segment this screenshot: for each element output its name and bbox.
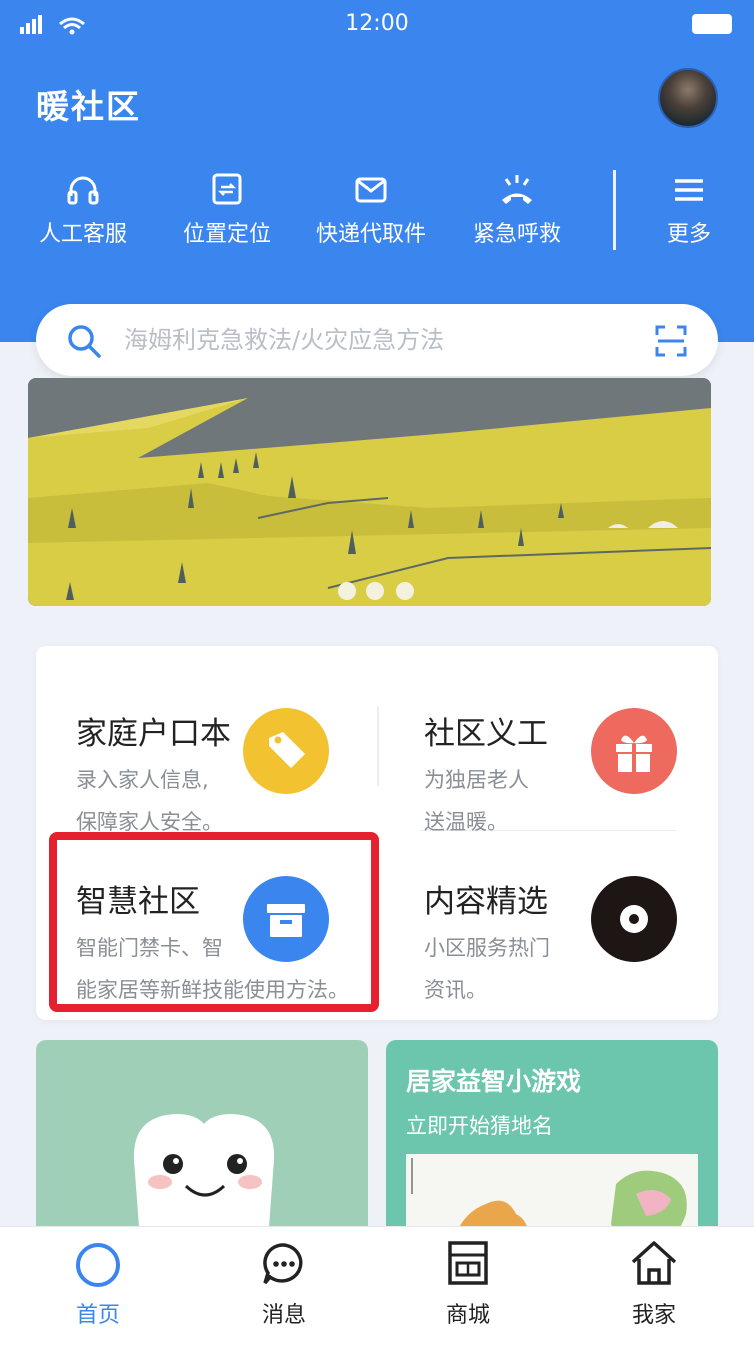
quick-action-customer-service[interactable]: 人工客服 [18,170,148,260]
service-desc-line2: 送温暖。 [424,810,508,834]
search-input[interactable] [124,322,644,358]
emergency-call-icon [452,170,582,210]
banner-pagination [28,576,711,606]
quick-action-label: 快递代取件 [315,222,426,247]
quick-action-label: 紧急呼救 [472,222,561,247]
home-circle-icon [38,1235,158,1291]
status-time: 12:00 [345,11,409,36]
service-desc-line1: 智能门禁卡、智 [76,936,223,960]
banner-dot[interactable] [366,582,384,600]
gift-icon [591,708,677,794]
service-featured-content[interactable]: 内容精选 小区服务热门 资讯。 [424,876,684,1002]
service-title: 内容精选 [424,884,548,920]
tab-label: 我家 [631,1303,676,1328]
header: 12:00 暖社区 人工客服 位置定位 快递代取件 紧急呼救 更多 [0,0,754,342]
tab-my-home[interactable]: 我家 [594,1235,714,1335]
mail-icon [306,170,436,210]
promo-title: 居家益智小游戏 [406,1067,582,1096]
service-title: 社区义工 [424,716,548,752]
service-desc-line2: 保障家人安全。 [76,810,223,834]
house-icon [594,1235,714,1291]
promo-subtitle: 立即开始猜地名 [406,1114,553,1138]
avatar[interactable] [658,68,718,128]
banner-landscape-image [28,378,711,606]
quick-actions-divider [613,170,616,250]
search-icon[interactable] [66,323,102,363]
tag-icon [243,708,329,794]
tab-store[interactable]: 商城 [408,1235,528,1335]
promo-puzzle-game-card[interactable]: 居家益智小游戏 立即开始猜地名 [386,1040,718,1240]
app-screen: 12:00 暖社区 人工客服 位置定位 快递代取件 紧急呼救 更多 海姆利克急救… [0,0,754,1352]
promo-dental-card[interactable] [36,1040,368,1240]
service-desc-line1: 为独居老人 [424,768,529,792]
service-family-register[interactable]: 家庭户口本 录入家人信息, 保障家人安全。 [76,708,366,834]
tab-label: 商城 [445,1303,490,1328]
status-bar: 12:00 [0,0,754,48]
app-title: 暖社区 [36,87,141,126]
tab-messages[interactable]: 消息 [224,1235,344,1335]
vinyl-disc-icon [591,876,677,962]
scan-icon[interactable] [654,324,688,362]
service-title: 智慧社区 [76,884,200,920]
quick-action-label: 位置定位 [182,222,271,247]
service-desc-line1: 录入家人信息, [76,768,209,792]
banner-carousel[interactable] [28,378,711,606]
banner-dot[interactable] [338,582,356,600]
battery-icon [692,14,732,34]
service-title: 家庭户口本 [76,716,231,752]
tooth-illustration [133,1114,275,1240]
service-desc-line2: 资讯。 [424,978,487,1002]
quick-action-label: 更多 [666,222,711,247]
quick-action-location[interactable]: 位置定位 [162,170,292,260]
quick-action-more[interactable]: 更多 [624,170,754,260]
menu-icon [624,170,754,210]
chat-bubble-icon [224,1235,344,1291]
quick-action-express-pickup[interactable]: 快递代取件 [306,170,436,260]
service-desc-line1: 小区服务热门 [424,936,550,960]
service-smart-community[interactable]: 智慧社区 智能门禁卡、智 能家居等新鲜技能使用方法。 [76,876,376,1002]
quick-action-label: 人工客服 [38,222,127,247]
store-icon [408,1235,528,1291]
archive-box-icon [243,876,329,962]
banner-dot[interactable] [396,582,414,600]
quick-action-emergency[interactable]: 紧急呼救 [452,170,582,260]
location-icon [162,170,292,210]
services-divider-vertical [377,706,379,786]
headset-icon [18,170,148,210]
service-community-volunteer[interactable]: 社区义工 为独居老人 送温暖。 [424,708,684,834]
bottom-tab-bar: 首页 消息 商城 我家 [0,1226,754,1352]
service-desc-line2: 能家居等新鲜技能使用方法。 [76,978,349,1002]
search-bar [36,304,718,376]
tab-home[interactable]: 首页 [38,1235,158,1335]
tab-label: 消息 [261,1303,306,1328]
tab-label: 首页 [75,1303,120,1328]
